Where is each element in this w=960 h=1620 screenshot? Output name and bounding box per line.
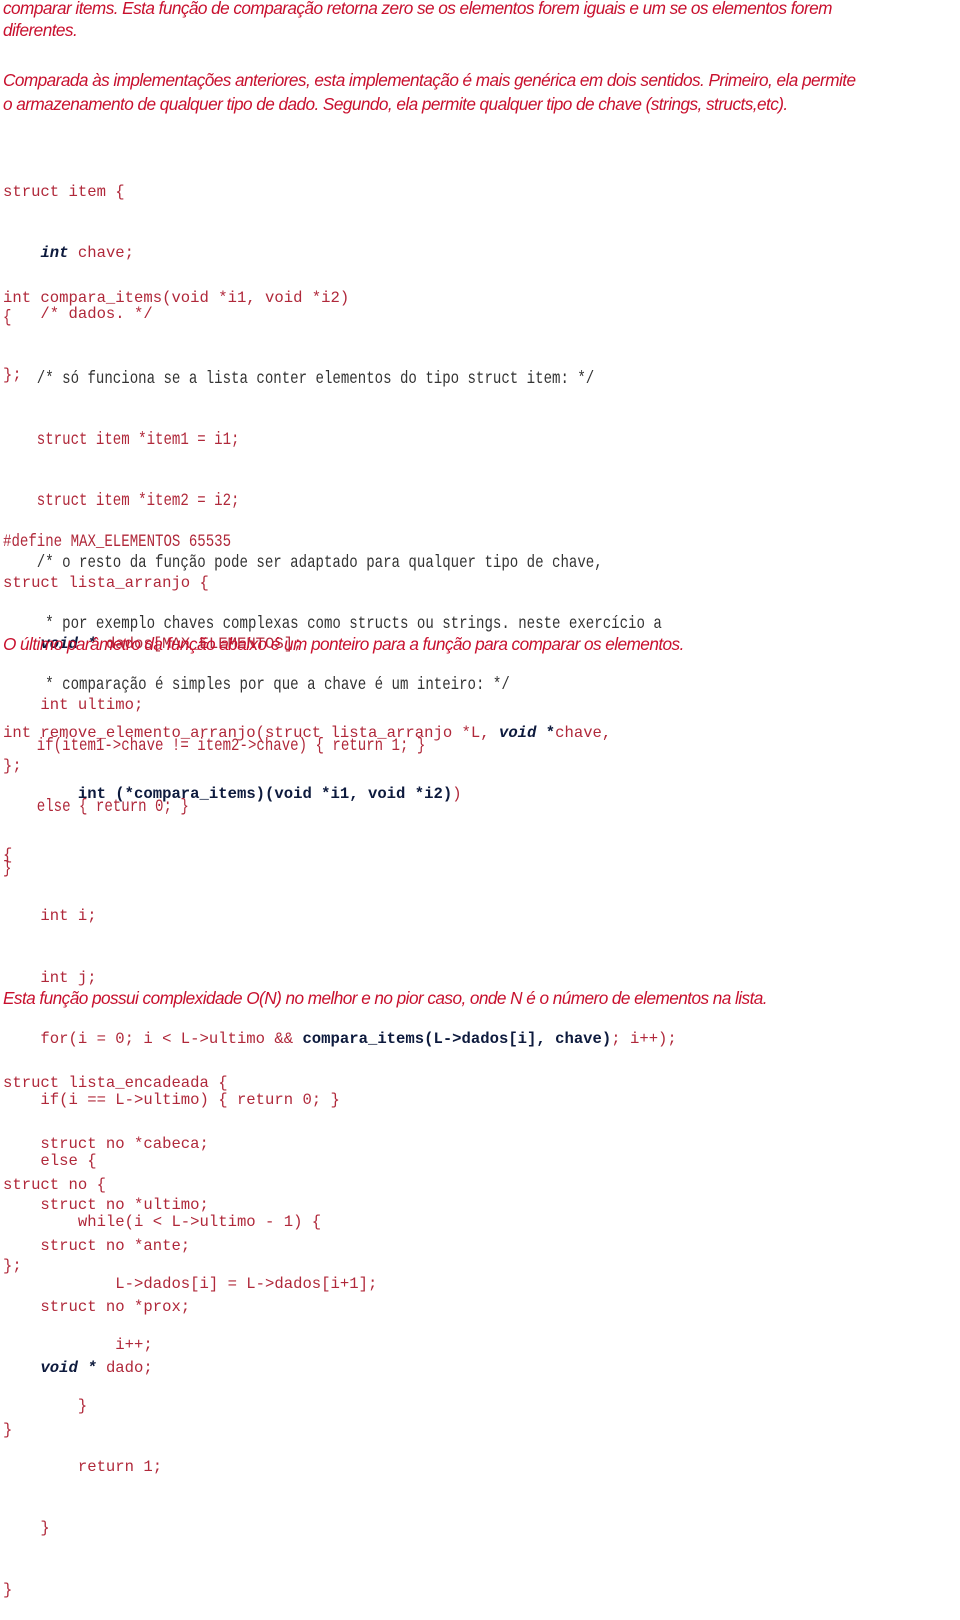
code-line: int j; [3,968,97,987]
paragraph-generic-impl-line1: Comparada às implementações anteriores, … [3,70,856,90]
code-text: chave, [555,723,612,742]
code-comment: /* só funciona se a lista conter element… [3,369,595,390]
code-function-call: compara_items(L->dados[i], chave) [302,1029,612,1048]
code-line: int i; [3,907,97,926]
code-function-pointer-param: int (*compara_items)(void *i1, void *i2) [77,785,453,804]
code-line: struct lista_arranjo { [3,573,209,592]
code-line: { [3,307,12,328]
code-struct-no: struct no { struct no *ante; struct no *… [3,1134,190,1460]
code-line: struct lista_encadeada { [3,1073,228,1092]
paragraph-function-pointer: O último parâmetro da função abaixo é um… [3,634,684,654]
code-keyword: void * [40,1359,97,1378]
code-keyword: void [498,723,537,742]
code-line: void * dado; [3,1358,190,1378]
code-line: } [3,1519,50,1538]
code-text: ; i++); [611,1029,677,1048]
code-line: { [3,846,13,865]
code-line: struct item *item1 = i1; [3,430,240,451]
code-line: } [3,1420,13,1439]
code-line: int remove_elemento_arranjo(struct lista… [3,723,677,743]
paragraph-compare-function-line2: diferentes. [3,20,78,40]
code-text: ) [452,785,462,804]
code-line: struct no *ante; [3,1237,191,1256]
paragraph-compare-function-line1: comparar items. Esta função de comparaçã… [3,0,832,18]
code-text: dado; [96,1359,153,1378]
code-line: struct no *prox; [3,1298,191,1317]
code-text: int remove_elemento_arranjo(struct lista… [3,723,499,742]
code-line: } [3,1580,13,1599]
paragraph-generic-impl-line2: o armazenamento de qualquer tipo de dado… [3,94,788,114]
code-line: int (*compara_items)(void *i1, void *i2)… [3,784,677,804]
paragraph-complexity: Esta função possui complexidade O(N) no … [3,988,768,1008]
code-line: struct item { [3,182,125,201]
code-text: * [536,723,556,742]
code-line: struct no { [3,1175,106,1194]
